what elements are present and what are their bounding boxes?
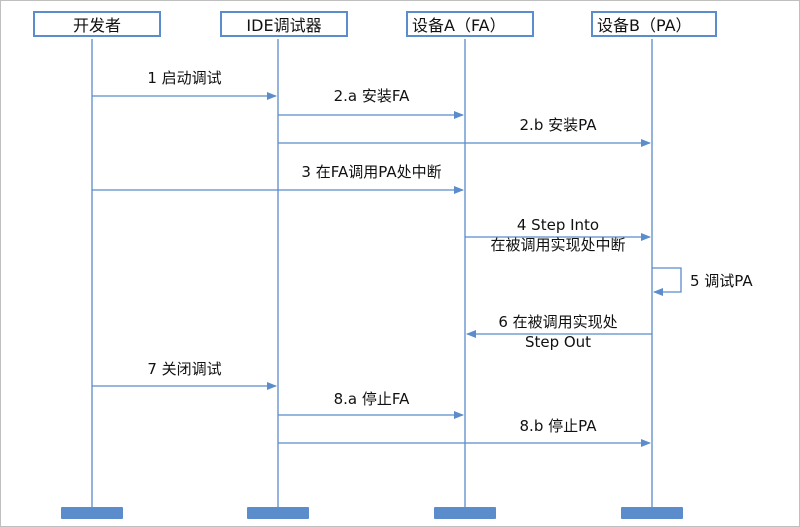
self-arrow-5 [652,267,682,293]
message-label-6: 6 在被调用实现处 Step Out [465,312,651,352]
actor-ide-debugger: IDE调试器 [220,11,348,37]
arrow-head-8.b [641,439,651,447]
actor-label: 设备B（PA） [597,16,692,35]
actor-device-a-fa: 设备A（FA） [406,11,534,37]
arrow-head-7 [267,382,277,390]
actor-developer: 开发者 [33,11,161,37]
arrow-head-8.a [454,411,464,419]
actor-label: IDE调试器 [246,16,322,35]
message-label-1: 1 启动调试 [92,68,277,88]
arrow-head-1 [267,92,277,100]
message-label-3: 3 在FA调用PA处中断 [278,162,465,182]
message-text: 2.b 安装PA [519,116,597,134]
arrow-head-3 [454,186,464,194]
message-text: 3 在FA调用PA处中断 [301,163,442,181]
lifeline-end-bar-fa [434,507,496,519]
message-label-2b: 2.b 安装PA [465,115,651,135]
lifeline-end-bar-dev [61,507,123,519]
message-label-5: 5 调试PA [690,271,780,291]
message-text-line2: 在被调用实现处中断 [490,236,626,254]
message-text: 6 在被调用实现处 [498,313,618,331]
message-text: 4 Step Into [516,216,600,234]
lifeline-end-bar-ide [247,507,309,519]
message-text: 8.a 停止FA [333,390,410,408]
message-label-4: 4 Step Into 在被调用实现处中断 [465,215,651,255]
actor-device-b-pa: 设备B（PA） [591,11,717,37]
actor-label: 开发者 [72,16,121,35]
message-text: 7 关闭调试 [147,360,222,378]
message-text: 8.b 停止PA [519,417,597,435]
arrow-head-2.b [641,139,651,147]
message-text: 2.a 安装FA [333,87,410,105]
actor-label: 设备A（FA） [412,16,506,35]
message-text-line2: Step Out [524,333,592,351]
message-text: 1 启动调试 [147,69,222,87]
message-label-8a: 8.a 停止FA [278,389,465,409]
message-text: 5 调试PA [690,272,753,290]
lifeline-end-bar-pa [621,507,683,519]
arrow-head-2.a [454,111,464,119]
message-label-2a: 2.a 安装FA [278,86,465,106]
arrow-head-5 [653,288,663,296]
message-label-8b: 8.b 停止PA [465,416,651,436]
message-label-7: 7 关闭调试 [92,359,277,379]
